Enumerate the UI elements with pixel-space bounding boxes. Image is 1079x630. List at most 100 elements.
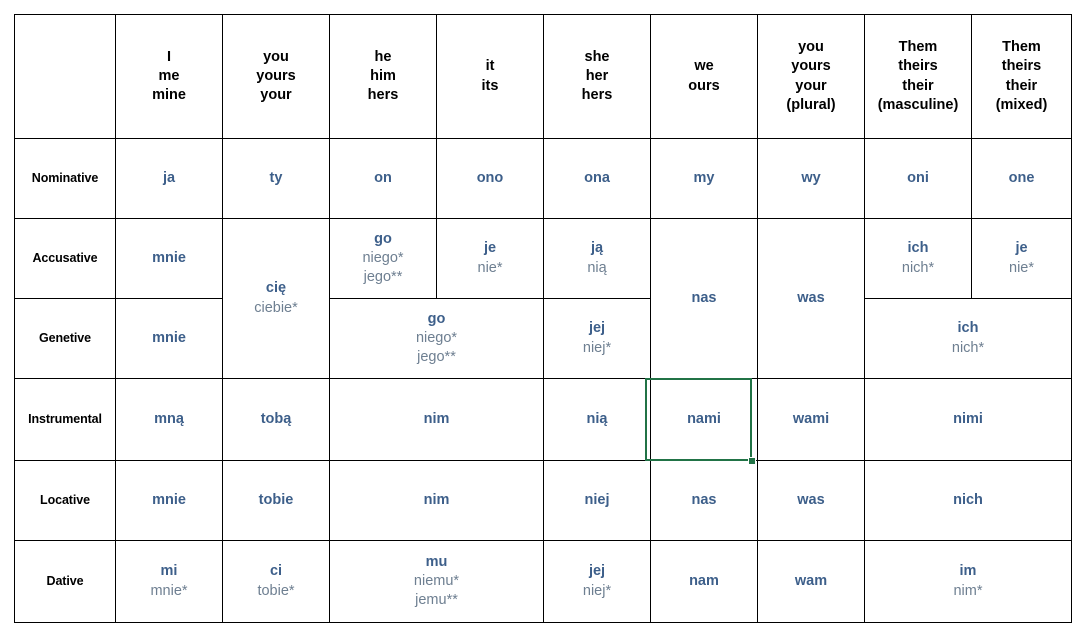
- header-line: its: [481, 77, 499, 94]
- word-main: ty: [269, 169, 283, 186]
- cell-accusative-genetive-sg2[interactable]: cię ciebie*: [222, 218, 330, 379]
- header-col-third-person-m: he him hers: [329, 14, 437, 139]
- cell-instrumental-plural-them[interactable]: nimi: [864, 378, 1072, 461]
- cell-instrumental-masc-neuter[interactable]: nim: [329, 378, 544, 461]
- cell-dative-pl2[interactable]: wam: [757, 540, 865, 623]
- table-row-locative: Locative mnie tobie nim niej nas was nic…: [14, 460, 1072, 541]
- cell-accusative-n[interactable]: je nie*: [436, 218, 544, 299]
- word-main: nim: [423, 410, 450, 427]
- cell-genetive-sg1[interactable]: mnie: [115, 298, 223, 379]
- header-line: theirs: [898, 58, 938, 75]
- cell-nominative-oni[interactable]: oni: [864, 138, 972, 219]
- cell-locative-masc-neuter[interactable]: nim: [329, 460, 544, 541]
- row-label-dative: Dative: [14, 540, 116, 623]
- cell-dative-pl1[interactable]: nam: [650, 540, 758, 623]
- cell-instrumental-sg2[interactable]: tobą: [222, 378, 330, 461]
- header-line: your: [260, 87, 292, 104]
- cell-dative-sg2[interactable]: ci tobie*: [222, 540, 330, 623]
- table-row-genetive: Genetive mnie go niego* jego** jej niej*…: [14, 298, 1072, 379]
- word-main: one: [1008, 169, 1035, 186]
- word-alt: niego*: [362, 249, 404, 266]
- cell-nominative-my[interactable]: my: [650, 138, 758, 219]
- table-row-accusative: Accusative mnie cię ciebie* go niego* je…: [14, 218, 1072, 379]
- cell-accusative-f[interactable]: ją nią: [543, 218, 651, 299]
- cell-genetive-plural[interactable]: ich nich*: [864, 298, 1072, 379]
- cell-dative-masc-neuter[interactable]: mu niemu* jemu**: [329, 540, 544, 623]
- cell-dative-sg1[interactable]: mi mnie*: [115, 540, 223, 623]
- fill-handle[interactable]: [748, 457, 756, 465]
- cell-instrumental-pl1[interactable]: nami: [650, 378, 758, 461]
- cell-accusative-genetive-pl1[interactable]: nas: [650, 218, 758, 379]
- table-row-dative: Dative mi mnie* ci tobie* mu niemu* jemu…: [14, 540, 1072, 623]
- cell-genetive-f[interactable]: jej niej*: [543, 298, 651, 379]
- cell-nominative-on[interactable]: on: [329, 138, 437, 219]
- word-main: ona: [584, 169, 610, 186]
- word-main: tobie: [258, 491, 294, 508]
- cell-nominative-ty[interactable]: ty: [222, 138, 330, 219]
- cell-nominative-wy[interactable]: wy: [757, 138, 865, 219]
- cell-locative-pl2[interactable]: was: [757, 460, 865, 541]
- word-main: mnie: [152, 249, 186, 266]
- cell-instrumental-f[interactable]: nią: [543, 378, 651, 461]
- word-main: im: [959, 563, 977, 580]
- word-alt: niego*: [415, 329, 458, 346]
- cell-nominative-ona[interactable]: ona: [543, 138, 651, 219]
- cell-dative-plural-them[interactable]: im nim*: [864, 540, 1072, 623]
- word-main: mnie: [152, 329, 186, 346]
- cell-accusative-plm[interactable]: ich nich*: [864, 218, 972, 299]
- word-main: wy: [801, 169, 821, 186]
- header-col-third-person-pl-masc: Them theirs their (masculine): [864, 14, 972, 139]
- word-main: go: [374, 230, 392, 247]
- cell-dative-f[interactable]: jej niej*: [543, 540, 651, 623]
- cell-accusative-plx[interactable]: je nie*: [971, 218, 1072, 299]
- word-main: was: [797, 289, 825, 306]
- word-main: wam: [794, 572, 828, 589]
- cell-locative-plural-them[interactable]: nich: [864, 460, 1072, 541]
- word-main: nam: [689, 572, 719, 589]
- header-col-third-person-f: she her hers: [543, 14, 651, 139]
- cell-accusative-genetive-pl2[interactable]: was: [757, 218, 865, 379]
- row-label-accusative: Accusative: [14, 218, 116, 299]
- header-col-first-person-sg: I me mine: [115, 14, 223, 139]
- header-col-third-person-pl-mixed: Them theirs their (mixed): [971, 14, 1072, 139]
- cell-instrumental-sg1[interactable]: mną: [115, 378, 223, 461]
- header-line: (masculine): [877, 96, 959, 113]
- cell-accusative-sg1[interactable]: mnie: [115, 218, 223, 299]
- word-main: nami: [687, 410, 721, 427]
- word-alt: nią: [587, 259, 607, 276]
- cell-nominative-one[interactable]: one: [971, 138, 1072, 219]
- word-main: nią: [586, 410, 608, 427]
- header-line: mine: [152, 87, 186, 104]
- cell-locative-pl1[interactable]: nas: [650, 460, 758, 541]
- cell-locative-sg1[interactable]: mnie: [115, 460, 223, 541]
- table-header-row: I me mine you yours your he him hers it …: [14, 14, 1072, 139]
- header-line: I: [166, 48, 172, 65]
- header-line: hers: [581, 87, 613, 104]
- row-label-instrumental: Instrumental: [14, 378, 116, 461]
- cell-locative-f[interactable]: niej: [543, 460, 651, 541]
- cell-nominative-ja[interactable]: ja: [115, 138, 223, 219]
- cell-locative-sg2[interactable]: tobie: [222, 460, 330, 541]
- header-line: he: [374, 48, 392, 65]
- word-alt: nich*: [901, 259, 935, 276]
- word-main: on: [374, 169, 392, 186]
- word-main: my: [693, 169, 715, 186]
- header-line: (mixed): [995, 96, 1048, 113]
- word-main: nas: [691, 491, 717, 508]
- cell-nominative-ono[interactable]: ono: [436, 138, 544, 219]
- cell-genetive-masc-neuter[interactable]: go niego* jego**: [329, 298, 544, 379]
- word-alt: nim*: [953, 582, 983, 599]
- word-alt: jego**: [363, 269, 403, 286]
- word-alt: nie*: [1009, 259, 1034, 276]
- word-main: ją: [590, 240, 604, 257]
- word-main: mną: [154, 410, 184, 427]
- word-main: ono: [476, 169, 504, 186]
- word-main: mi: [160, 563, 178, 580]
- header-col-second-person-sg: you yours your: [222, 14, 330, 139]
- cell-instrumental-pl2[interactable]: wami: [757, 378, 865, 461]
- word-main: mu: [425, 553, 448, 570]
- header-line: yours: [791, 58, 831, 75]
- header-line: it: [485, 58, 495, 75]
- header-col-third-person-n: it its: [436, 14, 544, 139]
- cell-accusative-m[interactable]: go niego* jego**: [329, 218, 437, 299]
